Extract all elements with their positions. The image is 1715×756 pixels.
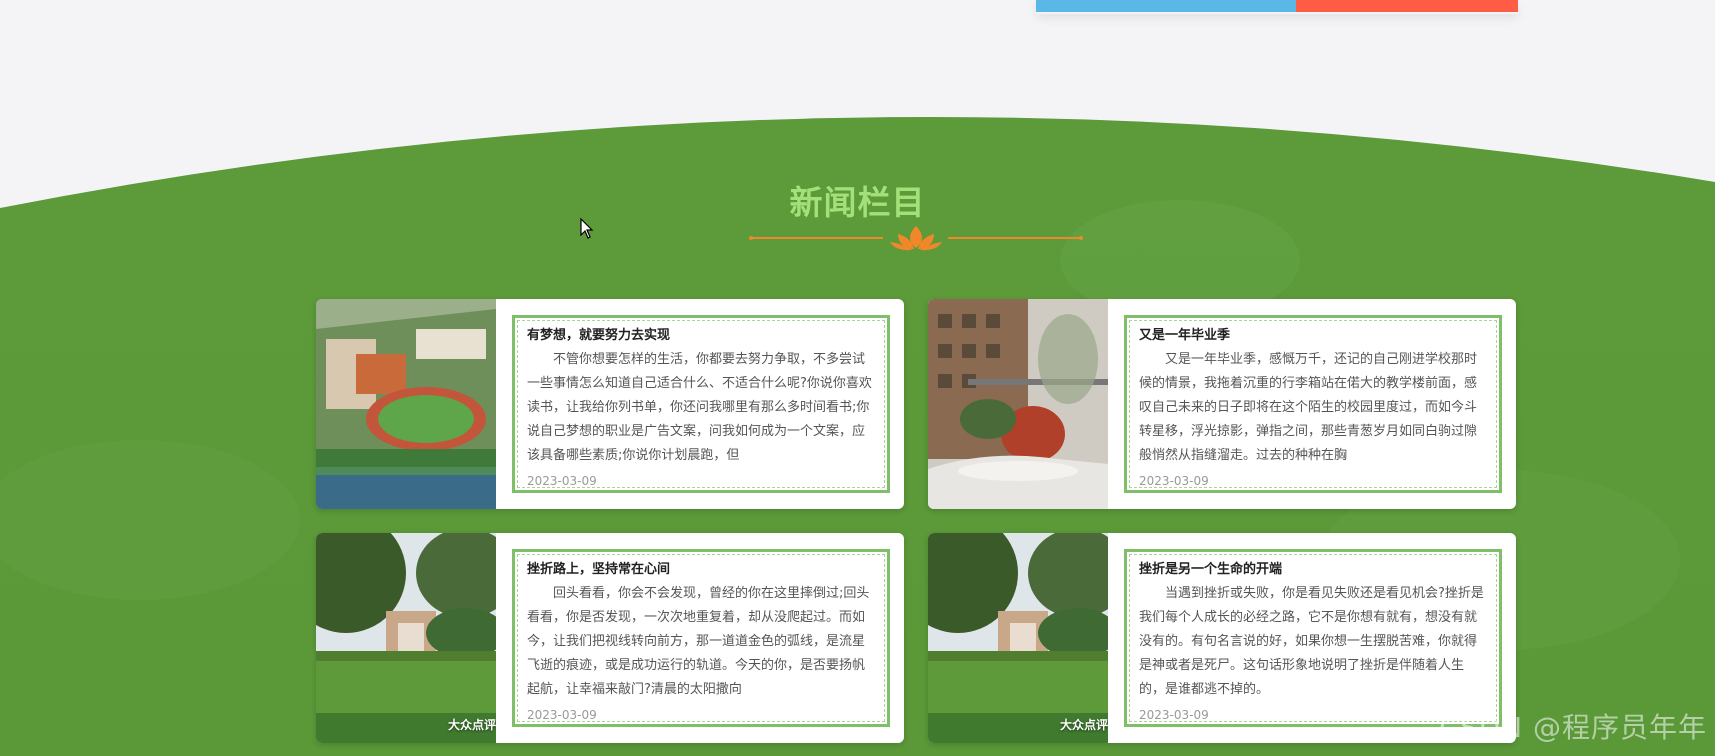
news-card-body: 有梦想，就要努力去实现 不管你想要怎样的生活，你都要去努力争取，不多尝试一些事情…: [512, 315, 890, 493]
news-card-body: 挫折是另一个生命的开端 当遇到挫折或失败，你是看见失败还是看见机会?挫折是我们每…: [1124, 549, 1502, 727]
news-excerpt: 不管你想要怎样的生活，你都要去努力争取，不多尝试一些事情怎么知道自己适合什么、不…: [527, 352, 872, 463]
news-thumb-campus-aerial: [316, 299, 496, 509]
thumb-watermark: 大众点评: [447, 718, 496, 732]
lotus-divider: [749, 226, 1083, 251]
news-date: 2023-03-09: [527, 708, 597, 722]
thumb-watermark: 大众点评: [1059, 718, 1108, 732]
news-date: 2023-03-09: [527, 474, 597, 488]
news-thumb-courtyard: [928, 299, 1108, 509]
news-excerpt: 当遇到挫折或失败，你是看见失败还是看见机会?挫折是我们每个人成长的必经之路，它不…: [1139, 586, 1484, 697]
news-card-body: 又是一年毕业季 又是一年毕业季，感慨万千，还记的自己刚进学校那时候的情景，我拖着…: [1124, 315, 1502, 493]
news-date: 2023-03-09: [1139, 708, 1209, 722]
news-title[interactable]: 有梦想，就要努力去实现: [527, 326, 875, 346]
news-title[interactable]: 又是一年毕业季: [1139, 326, 1487, 346]
csdn-watermark: CSDN @程序员年年: [1439, 711, 1707, 744]
news-date: 2023-03-09: [1139, 474, 1209, 488]
news-card-body: 挫折路上，坚持常在心间 回头看看，你会不会发现，曾经的你在这里摔倒过;回头看看，…: [512, 549, 890, 727]
news-card-1[interactable]: 有梦想，就要努力去实现 不管你想要怎样的生活，你都要去努力争取，不多尝试一些事情…: [316, 299, 904, 509]
section-title: 新闻栏目: [789, 183, 926, 222]
news-thumb-lawn: 大众点评: [928, 533, 1108, 743]
news-excerpt: 回头看看，你会不会发现，曾经的你在这里摔倒过;回头看看，你是否发现，一次次地重复…: [527, 586, 870, 697]
lotus-icon: [890, 226, 942, 251]
mouse-cursor-icon: [580, 218, 594, 239]
news-title[interactable]: 挫折是另一个生命的开端: [1139, 560, 1487, 580]
news-thumb-lawn: 大众点评: [316, 533, 496, 743]
news-card-3[interactable]: 大众点评 挫折路上，坚持常在心间 回头看看，你会不会发现，曾经的你在这里摔倒过;…: [316, 533, 904, 743]
news-excerpt: 又是一年毕业季，感慨万千，还记的自己刚进学校那时候的情景，我拖着沉重的行李箱站在…: [1139, 352, 1478, 463]
news-card-2[interactable]: 又是一年毕业季 又是一年毕业季，感慨万千，还记的自己刚进学校那时候的情景，我拖着…: [928, 299, 1516, 509]
news-card-4[interactable]: 大众点评 挫折是另一个生命的开端 当遇到挫折或失败，你是看见失败还是看见机会?挫…: [928, 533, 1516, 743]
news-title[interactable]: 挫折路上，坚持常在心间: [527, 560, 875, 580]
